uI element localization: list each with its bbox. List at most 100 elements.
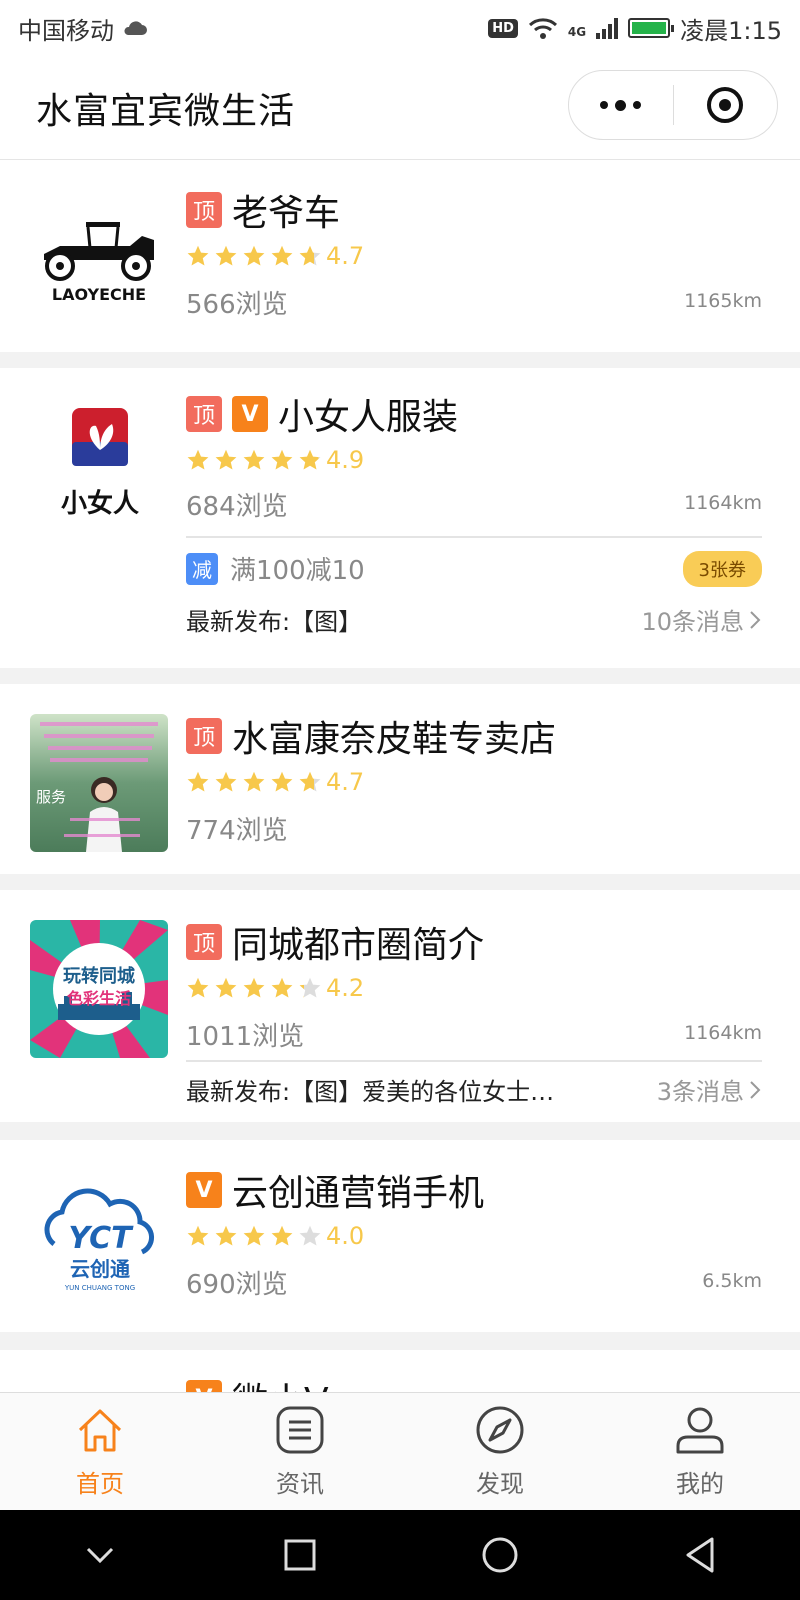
star-icon bbox=[299, 771, 321, 792]
clock: 凌晨1:15 bbox=[680, 16, 782, 45]
star-icon bbox=[215, 977, 237, 998]
star-icon bbox=[299, 245, 321, 266]
tab-label: 首页 bbox=[76, 1470, 124, 1498]
svg-text:YUN CHUANG TONG: YUN CHUANG TONG bbox=[64, 1284, 135, 1292]
hd-badge: HD bbox=[488, 18, 518, 38]
coupon-badge[interactable]: 3张券 bbox=[682, 550, 762, 587]
distance-label: 1165km bbox=[684, 290, 762, 312]
tab-mine[interactable]: 我的 bbox=[600, 1393, 800, 1510]
shop-name: 老爷车 bbox=[232, 193, 341, 234]
shop-logo: 服务 bbox=[30, 714, 168, 852]
star-icon bbox=[299, 449, 321, 470]
card-divider bbox=[186, 1060, 762, 1062]
system-nav-bar bbox=[0, 1510, 800, 1600]
tab-discover[interactable]: 发现 bbox=[400, 1393, 600, 1510]
nav-bar: 水富宜宾微生活 bbox=[0, 56, 800, 160]
star-icon bbox=[271, 245, 293, 266]
view-count: 1011浏览 bbox=[186, 1022, 305, 1052]
star-icon bbox=[243, 977, 265, 998]
promo-text: 满100减10 bbox=[230, 556, 365, 586]
tab-news[interactable]: 资讯 bbox=[200, 1393, 400, 1510]
star-icon bbox=[187, 449, 209, 470]
card-divider bbox=[186, 536, 762, 538]
top-tag: 顶 bbox=[186, 192, 222, 228]
shop-logo: 玩转同城 色彩生活 bbox=[30, 920, 168, 1058]
rating-value: 4.7 bbox=[326, 242, 365, 270]
shop-name: 微小V bbox=[232, 1372, 329, 1392]
tab-home[interactable]: 首页 bbox=[0, 1393, 200, 1510]
verified-tag: V bbox=[232, 396, 268, 432]
home-circle-icon[interactable] bbox=[480, 1535, 520, 1575]
star-icon bbox=[271, 1225, 293, 1246]
distance-label: 1164km bbox=[684, 1022, 762, 1044]
view-count: 774浏览 bbox=[186, 816, 288, 846]
rating-stars: 4.7 bbox=[186, 242, 364, 270]
rating-stars: 4.0 bbox=[186, 1222, 364, 1250]
star-icon bbox=[243, 1225, 265, 1246]
tab-label: 资讯 bbox=[276, 1470, 324, 1498]
star-icon bbox=[215, 771, 237, 792]
battery-icon bbox=[628, 18, 675, 38]
latest-post-row[interactable]: 最新发布:【图】 10条消息 bbox=[186, 602, 762, 637]
compass-icon bbox=[476, 1406, 524, 1454]
chevron-right-icon bbox=[750, 610, 761, 629]
shop-card[interactable]: 小女人 顶 V 小女人服装 4.9 684浏览 1164km 减 满100减10… bbox=[0, 368, 800, 668]
distance-label: 1164km bbox=[684, 492, 762, 514]
shop-name: 水富康奈皮鞋专卖店 bbox=[232, 719, 557, 760]
shop-logo: 小女人 bbox=[30, 394, 168, 532]
shop-logo: LAOYECHE bbox=[30, 187, 168, 325]
back-icon[interactable] bbox=[680, 1535, 720, 1575]
message-link[interactable]: 10条消息 bbox=[641, 602, 762, 637]
top-tag: 顶 bbox=[186, 718, 222, 754]
svg-text:小女人: 小女人 bbox=[61, 488, 139, 519]
vintage-car-logo: LAOYECHE bbox=[44, 222, 154, 304]
star-icon bbox=[187, 771, 209, 792]
view-count: 690浏览 bbox=[186, 1270, 288, 1300]
shop-card[interactable]: V 微小V bbox=[0, 1350, 800, 1392]
rating-stars: 4.7 bbox=[186, 768, 364, 796]
star-icon bbox=[271, 771, 293, 792]
signal-icon bbox=[596, 17, 619, 39]
shop-card[interactable]: LAOYECHE 顶 老爷车 4.7 566浏览 1165km bbox=[0, 160, 800, 352]
shop-card[interactable]: 玩转同城 色彩生活 顶 同城都市圈简介 4.2 1011浏览 1164km 最新… bbox=[0, 890, 800, 1122]
latest-post: 最新发布:【图】爱美的各位女士… bbox=[186, 1078, 555, 1106]
recents-icon[interactable] bbox=[280, 1535, 320, 1575]
wifi-icon bbox=[528, 18, 557, 39]
latest-post: 最新发布:【图】 bbox=[186, 608, 363, 636]
promo-row: 减 满100减10 3张券 bbox=[186, 550, 762, 587]
svg-text:服务: 服务 bbox=[36, 788, 66, 806]
star-icon bbox=[187, 977, 209, 998]
shop-name: 同城都市圈简介 bbox=[232, 925, 485, 966]
distance-label: 6.5km bbox=[702, 1270, 762, 1292]
discount-tag: 减 bbox=[186, 552, 218, 585]
star-icon bbox=[243, 245, 265, 266]
rating-value: 4.9 bbox=[326, 446, 365, 474]
network-type: 4G bbox=[567, 24, 587, 39]
carrier-label: 中国移动 bbox=[18, 16, 114, 45]
verified-tag: V bbox=[186, 1172, 222, 1208]
mini-program-capsule bbox=[568, 70, 778, 140]
status-bar: 中国移动 HD 4G 凌晨1:15 bbox=[0, 0, 800, 56]
city-logo: 玩转同城 色彩生活 bbox=[30, 920, 168, 1058]
more-dots-icon bbox=[615, 99, 627, 111]
svg-text:云创通: 云创通 bbox=[70, 1257, 130, 1281]
star-icon bbox=[299, 1225, 321, 1246]
target-icon bbox=[707, 87, 744, 123]
user-icon bbox=[676, 1407, 724, 1454]
shop-card[interactable]: 服务 顶 水富康奈皮鞋专卖店 4.7 774浏览 bbox=[0, 684, 800, 874]
rating-value: 4.2 bbox=[326, 974, 365, 1002]
star-icon bbox=[243, 449, 265, 470]
chevron-down-icon[interactable] bbox=[80, 1535, 120, 1575]
star-icon bbox=[215, 1225, 237, 1246]
verified-tag: V bbox=[186, 1380, 222, 1392]
shop-name: 小女人服装 bbox=[278, 397, 459, 438]
svg-text:YCT: YCT bbox=[68, 1221, 134, 1256]
latest-post-row[interactable]: 最新发布:【图】爱美的各位女士… 3条消息 bbox=[186, 1072, 762, 1107]
star-icon bbox=[271, 449, 293, 470]
tab-label: 发现 bbox=[476, 1470, 524, 1498]
view-count: 566浏览 bbox=[186, 290, 288, 320]
close-button[interactable] bbox=[674, 71, 778, 139]
more-button[interactable] bbox=[569, 71, 673, 139]
message-link[interactable]: 3条消息 bbox=[657, 1072, 762, 1107]
shop-card[interactable]: YCT 云创通 YUN CHUANG TONG V 云创通营销手机 4.0 69… bbox=[0, 1140, 800, 1332]
